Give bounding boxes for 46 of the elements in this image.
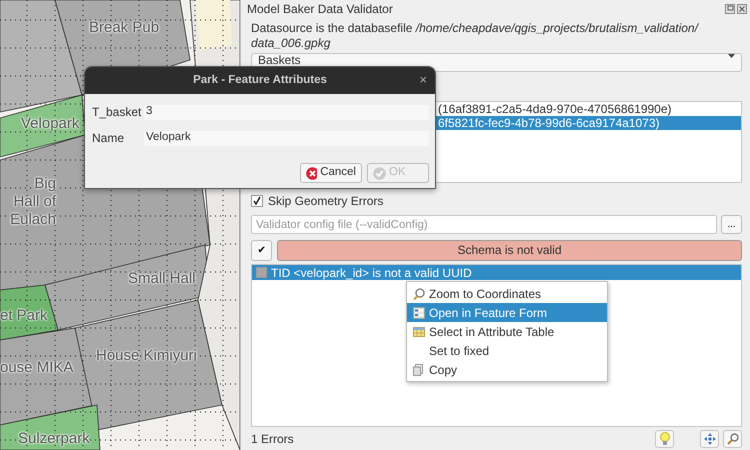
map-label: Small Hall [128, 270, 196, 288]
browse-button[interactable]: ... [721, 215, 742, 234]
status-bar: Schema is not valid [277, 240, 742, 261]
menu-item[interactable]: Select in Attribute Table [407, 322, 607, 341]
map-label: Big Hall of Eulach [9, 175, 56, 229]
field-label: T_basket [92, 104, 142, 121]
text-field[interactable]: Velopark [144, 130, 429, 146]
float-icon[interactable] [725, 4, 735, 14]
map-label: Break Pub [89, 19, 160, 37]
config-file-field[interactable]: Validator config file (--validConfig) [251, 215, 717, 234]
caret-icon [728, 54, 735, 58]
form-icon [413, 306, 425, 318]
datasource-text: Datasource is the databasefile /home/cheapdave/qgis_projects/brutalism_validation/ data_006.gpkg [251, 21, 700, 51]
menu-item[interactable]: Copy [407, 360, 607, 379]
pan-button[interactable] [700, 430, 719, 448]
cancel-icon [306, 166, 318, 180]
square-icon [256, 267, 267, 278]
search-button[interactable] [723, 430, 742, 448]
checkmark-icon [373, 166, 386, 180]
copy-icon [413, 364, 425, 376]
checkbox-label: Skip Geometry Errors [268, 193, 384, 210]
pan-icon [704, 433, 716, 445]
dialog-title: Park - Feature Attributes [193, 72, 327, 88]
menu-item[interactable]: Set to fixed [407, 341, 607, 360]
table-icon [413, 326, 425, 338]
check-button[interactable]: ✔ [251, 240, 272, 261]
map-label: Velopark [21, 115, 80, 133]
close-icon[interactable] [737, 4, 747, 14]
panel-title: Model Baker Data Validator [247, 1, 393, 18]
menu-item[interactable]: Zoom to Coordinates [407, 284, 607, 303]
cancel-button[interactable]: Cancel [300, 163, 362, 183]
menu-item[interactable]: Open in Feature Form [407, 303, 607, 322]
map-label: House Kimiyuri [96, 347, 197, 365]
checkbox[interactable] [251, 195, 263, 207]
lightbulb-icon [660, 432, 670, 446]
map-label: ouse MIKA [0, 359, 74, 377]
close-button[interactable]: × [419, 72, 427, 88]
field-label: Name [92, 130, 126, 147]
map-label: et Park [0, 307, 48, 325]
text-field[interactable]: 3 [144, 104, 429, 120]
lightbulb-button[interactable] [655, 430, 674, 448]
map-label: Sulzerpark [18, 430, 90, 448]
zoom-icon [413, 288, 425, 300]
search-icon [726, 433, 738, 445]
error-count: 1 Errors [251, 431, 294, 448]
result-item[interactable]: TID <velopark_id> is not a valid UUID [252, 265, 741, 280]
